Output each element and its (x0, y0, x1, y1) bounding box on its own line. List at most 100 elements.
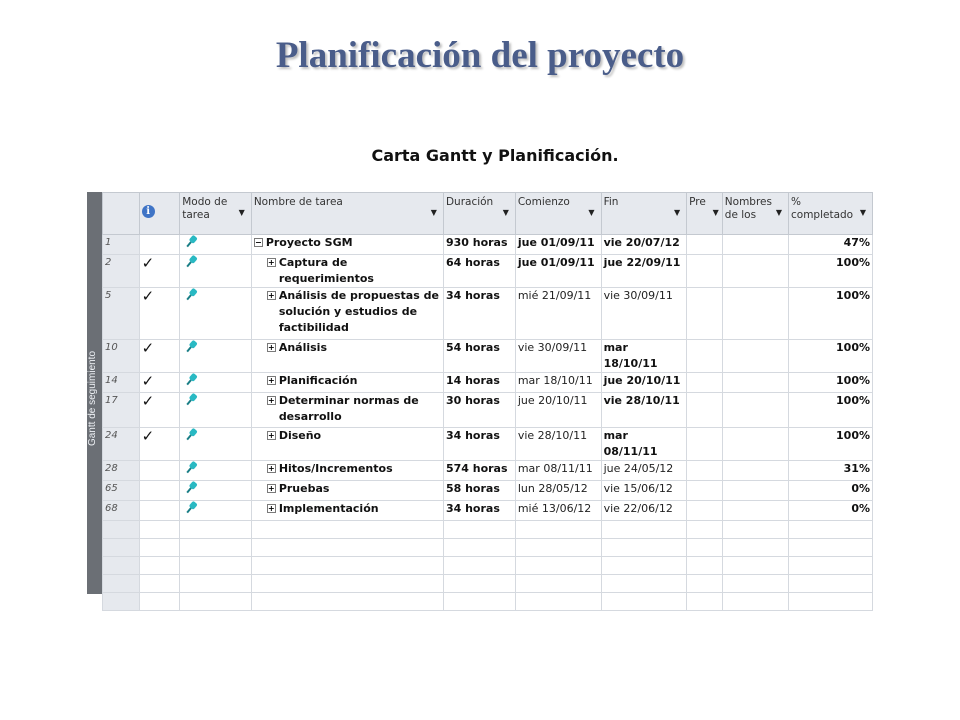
header-indicators[interactable]: i (138, 192, 181, 235)
empty-cell[interactable] (250, 556, 444, 575)
row-resources[interactable] (721, 287, 790, 340)
header-pct[interactable]: % completado ▼ (788, 192, 873, 235)
row-end[interactable]: mar 08/11/11 (600, 427, 688, 461)
empty-row[interactable] (102, 538, 873, 557)
empty-cell[interactable] (721, 592, 790, 611)
empty-cell[interactable] (600, 592, 688, 611)
empty-cell[interactable] (514, 556, 602, 575)
row-name-cell[interactable]: + Planificación (250, 372, 444, 393)
empty-cell[interactable] (686, 538, 723, 557)
table-row[interactable]: 5 ✓ + Análisis de propuestas de solución y … (102, 287, 873, 340)
dropdown-arrow-icon[interactable]: ▼ (588, 208, 594, 217)
row-mode[interactable] (179, 234, 252, 255)
empty-cell[interactable] (514, 520, 602, 539)
empty-cell[interactable] (600, 520, 688, 539)
row-mode[interactable] (179, 392, 252, 428)
expand-toggle-icon[interactable]: + (266, 504, 276, 513)
row-mode[interactable] (179, 339, 252, 373)
empty-cell[interactable] (788, 574, 873, 593)
row-pct[interactable]: 0% (788, 500, 873, 521)
row-pred[interactable] (686, 372, 723, 393)
empty-cell[interactable] (721, 520, 790, 539)
row-mode[interactable] (179, 500, 252, 521)
empty-cell[interactable] (179, 556, 252, 575)
row-name-cell[interactable]: + Hitos/Incrementos (250, 460, 444, 481)
row-name-cell[interactable]: + Análisis (250, 339, 444, 373)
row-id[interactable] (102, 574, 140, 593)
row-pct[interactable]: 0% (788, 480, 873, 501)
empty-cell[interactable] (600, 556, 688, 575)
empty-cell[interactable] (250, 592, 444, 611)
row-duration[interactable]: 14 horas (442, 372, 516, 393)
empty-cell[interactable] (721, 538, 790, 557)
row-pred[interactable] (686, 500, 723, 521)
row-pct[interactable]: 100% (788, 392, 873, 428)
row-id[interactable]: 17 (102, 392, 140, 428)
row-id[interactable]: 1 (102, 234, 140, 255)
row-resources[interactable] (721, 392, 790, 428)
row-end[interactable]: vie 28/10/11 (600, 392, 688, 428)
view-bar[interactable]: Gantt de seguimiento (87, 192, 102, 594)
row-start[interactable]: mar 08/11/11 (514, 460, 602, 481)
row-id[interactable] (102, 592, 140, 611)
empty-cell[interactable] (721, 556, 790, 575)
row-start[interactable]: mié 21/09/11 (514, 287, 602, 340)
row-start[interactable]: jue 01/09/11 (514, 234, 602, 255)
empty-cell[interactable] (514, 592, 602, 611)
row-pred[interactable] (686, 287, 723, 340)
row-pred[interactable] (686, 234, 723, 255)
empty-cell[interactable] (514, 574, 602, 593)
row-id[interactable]: 65 (102, 480, 140, 501)
empty-cell[interactable] (250, 574, 444, 593)
empty-cell[interactable] (138, 592, 181, 611)
row-start[interactable]: vie 28/10/11 (514, 427, 602, 461)
empty-cell[interactable] (721, 574, 790, 593)
empty-cell[interactable] (686, 556, 723, 575)
table-row[interactable]: 17 ✓ + Determinar normas de desarrollo 30 ho… (102, 392, 873, 428)
empty-cell[interactable] (442, 592, 516, 611)
table-row[interactable]: 68 + Implementación 34 horas mié 13/06/12 vie… (102, 500, 873, 521)
header-mode[interactable]: Modo de tarea ▼ (179, 192, 252, 235)
row-start[interactable]: vie 30/09/11 (514, 339, 602, 373)
empty-cell[interactable] (442, 574, 516, 593)
row-duration[interactable]: 930 horas (442, 234, 516, 255)
header-name[interactable]: Nombre de tarea ▼ (250, 192, 444, 235)
row-duration[interactable]: 30 horas (442, 392, 516, 428)
row-pct[interactable]: 31% (788, 460, 873, 481)
row-id[interactable]: 14 (102, 372, 140, 393)
row-id[interactable]: 68 (102, 500, 140, 521)
row-start[interactable]: jue 20/10/11 (514, 392, 602, 428)
row-name-cell[interactable]: − Proyecto SGM (250, 234, 444, 255)
row-end[interactable]: jue 22/09/11 (600, 254, 688, 288)
row-resources[interactable] (721, 234, 790, 255)
dropdown-arrow-icon[interactable]: ▼ (713, 208, 719, 217)
table-row[interactable]: 24 ✓ + Diseño 34 horas vie 28/10/11 mar 08/11/… (102, 427, 873, 461)
row-id[interactable] (102, 556, 140, 575)
row-pct[interactable]: 47% (788, 234, 873, 255)
row-name-cell[interactable]: + Análisis de propuestas de solución y es… (250, 287, 444, 340)
row-mode[interactable] (179, 287, 252, 340)
row-start[interactable]: mié 13/06/12 (514, 500, 602, 521)
row-duration[interactable]: 58 horas (442, 480, 516, 501)
row-id[interactable]: 24 (102, 427, 140, 461)
expand-toggle-icon[interactable]: + (266, 291, 276, 300)
row-pred[interactable] (686, 339, 723, 373)
row-resources[interactable] (721, 500, 790, 521)
empty-cell[interactable] (138, 574, 181, 593)
header-id[interactable] (102, 192, 140, 235)
expand-toggle-icon[interactable]: + (266, 343, 276, 352)
header-start[interactable]: Comienzo ▼ (514, 192, 602, 235)
row-id[interactable]: 5 (102, 287, 140, 340)
dropdown-arrow-icon[interactable]: ▼ (431, 208, 437, 217)
empty-cell[interactable] (788, 538, 873, 557)
table-row[interactable]: 65 + Pruebas 58 horas lun 28/05/12 vie 15/06/… (102, 480, 873, 501)
empty-cell[interactable] (600, 574, 688, 593)
row-name-cell[interactable]: + Implementación (250, 500, 444, 521)
row-resources[interactable] (721, 339, 790, 373)
dropdown-arrow-icon[interactable]: ▼ (776, 208, 782, 217)
row-pct[interactable]: 100% (788, 254, 873, 288)
row-pct[interactable]: 100% (788, 427, 873, 461)
row-name-cell[interactable]: + Captura de requerimientos (250, 254, 444, 288)
expand-toggle-icon[interactable]: + (266, 396, 276, 405)
row-start[interactable]: mar 18/10/11 (514, 372, 602, 393)
